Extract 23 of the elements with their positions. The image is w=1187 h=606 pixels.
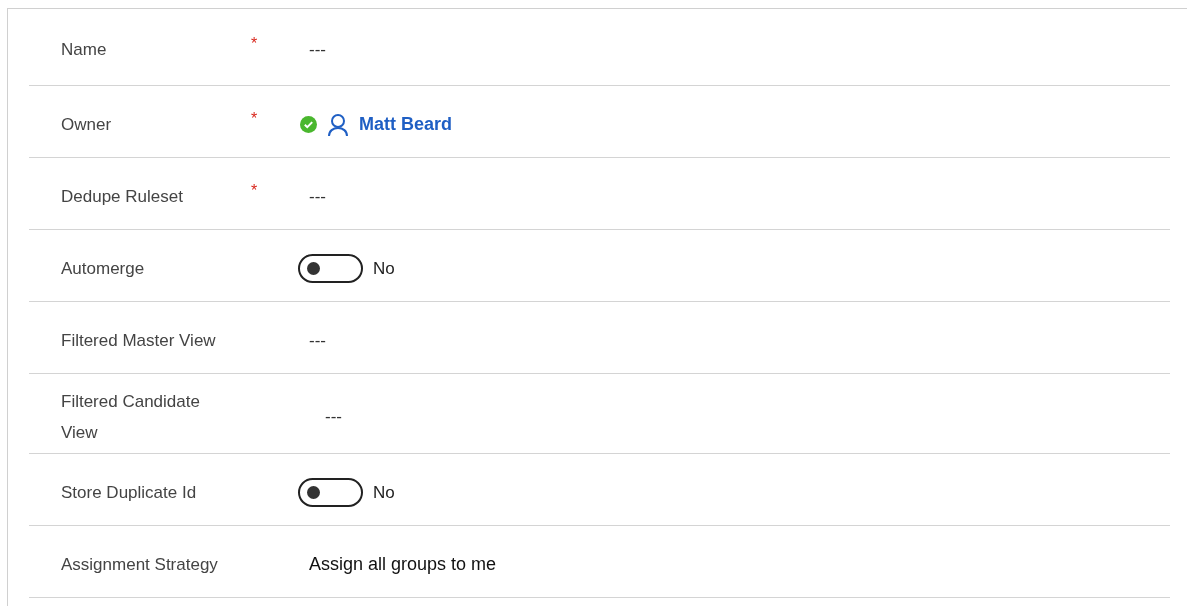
field-label: Automerge: [60, 258, 146, 280]
field-label: Assignment Strategy: [60, 554, 219, 576]
field-label: Owner: [60, 114, 113, 136]
field-value: ---: [308, 330, 326, 351]
field-label: Filtered Master View: [60, 330, 217, 352]
field-label: Name: [60, 39, 108, 61]
required-marker: *: [251, 182, 258, 199]
field-value: ---: [308, 186, 326, 207]
toggle-value: No: [373, 482, 395, 503]
toggle-switch[interactable]: [298, 254, 363, 283]
required-marker: *: [251, 35, 258, 52]
person-icon: [327, 112, 349, 137]
field-label: Dedupe Ruleset: [60, 186, 184, 208]
field-value: ---: [324, 407, 342, 427]
available-status-icon: [300, 116, 317, 133]
owner-link[interactable]: Matt Beard: [359, 114, 452, 135]
toggle-switch[interactable]: [298, 478, 363, 507]
required-marker: *: [251, 110, 258, 127]
toggle-value: No: [373, 258, 395, 279]
field-label: Filtered Candidate View: [60, 391, 201, 444]
field-label: Store Duplicate Id: [60, 482, 198, 504]
field-value: ---: [308, 39, 326, 60]
field-value[interactable]: Assign all groups to me: [293, 554, 497, 575]
